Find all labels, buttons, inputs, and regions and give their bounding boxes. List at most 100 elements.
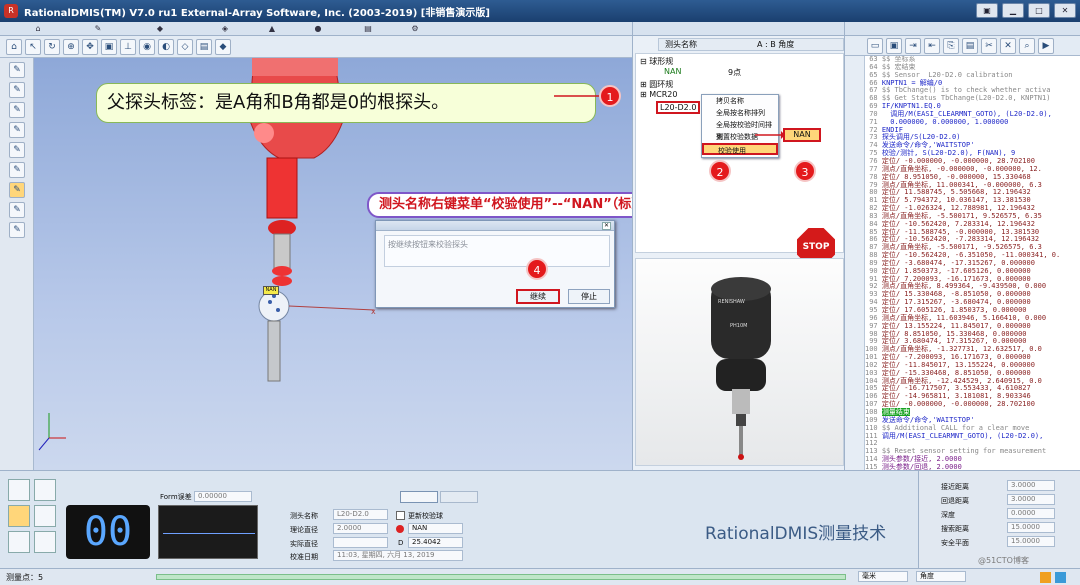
approach-value[interactable]: 3.0000 xyxy=(1007,480,1055,491)
code-text: 发送命令/命令,'WAITSTOP' xyxy=(881,415,975,424)
status-icon-2[interactable] xyxy=(1055,572,1066,583)
tree-item-nan[interactable]: NAN xyxy=(664,67,681,76)
tab-ball-icon[interactable]: ● xyxy=(308,24,328,34)
ref-sphere-select[interactable]: NAN xyxy=(408,523,463,534)
probe-tool-2-icon[interactable]: ✎ xyxy=(9,82,25,98)
probe-head-graphic xyxy=(711,277,771,460)
angle-select[interactable]: 角度 xyxy=(916,571,966,582)
cursor-icon[interactable]: ↖ xyxy=(25,38,41,55)
menu-sort-name[interactable]: 全局按名称排列 xyxy=(702,107,778,119)
code-text: 测量结束 xyxy=(881,407,910,416)
probe-context-menu: 拷贝名称 全局按名称排列 全局按校验时间排列 重置校验数据 校验使用 xyxy=(701,94,779,158)
tab-geom-icon[interactable]: ◆ xyxy=(150,24,170,34)
left-toolbar: ✎ ✎ ✎ ✎ ✎ ✎ ✎ ✎ ✎ xyxy=(0,58,34,470)
close-button[interactable]: ✕ xyxy=(1054,3,1076,18)
line-number: 114 xyxy=(865,455,882,464)
color-icon[interactable]: ◆ xyxy=(215,38,231,55)
maximize-button[interactable]: □ xyxy=(1028,3,1050,18)
shade-icon[interactable]: ◐ xyxy=(158,38,174,55)
paste-icon[interactable]: ▤ xyxy=(962,37,978,54)
tab-settings-icon[interactable]: ⚙ xyxy=(405,24,425,34)
indent-icon[interactable]: ⇥ xyxy=(905,37,921,54)
continue-button[interactable]: 继续 xyxy=(516,289,560,304)
probe-tool-6-icon[interactable]: ✎ xyxy=(9,162,25,178)
line-number: 66 xyxy=(865,78,882,87)
probe-tool-8-icon[interactable]: ✎ xyxy=(9,202,25,218)
menu-copy-name[interactable]: 拷贝名称 xyxy=(702,95,778,107)
outdent-icon[interactable]: ⇤ xyxy=(924,37,940,54)
code-line[interactable]: 111 调用/M(EASI_CLEARMNT_GOTO), (L20-D2.0)… xyxy=(865,432,1080,441)
tree-item-sphere-gauge[interactable]: ⊟ 球形规 xyxy=(640,56,673,67)
submenu-nan[interactable]: NAN xyxy=(783,128,821,142)
cut-icon[interactable]: ✂ xyxy=(981,37,997,54)
probe-tool-active-icon[interactable]: ✎ xyxy=(9,182,25,198)
progress-bar xyxy=(156,574,846,580)
mode-icon-1[interactable] xyxy=(8,479,30,501)
col-ab-angle[interactable]: A : B 角度 xyxy=(751,39,843,50)
app-icon: R xyxy=(4,4,18,18)
mode-icon-5[interactable] xyxy=(8,531,30,553)
tab-probe-icon[interactable]: ✎ xyxy=(88,24,108,34)
probe-tool-5-icon[interactable]: ✎ xyxy=(9,142,25,158)
code-text: $$ TbChange() is to check whether activa xyxy=(881,86,1051,95)
line-number: 69 xyxy=(865,102,882,111)
unit-select[interactable]: 毫米 xyxy=(858,571,908,582)
code-text: 测点/直角坐标, -0.000000, -0.000000, 12. xyxy=(881,164,1042,173)
copy-icon[interactable]: ⎘ xyxy=(943,37,959,54)
probe-tool-9-icon[interactable]: ✎ xyxy=(9,222,25,238)
fit-icon[interactable]: ▣ xyxy=(101,38,117,55)
search-value[interactable]: 15.0000 xyxy=(1007,522,1055,533)
tab-machine-icon[interactable]: ▲ xyxy=(262,24,282,34)
code-editor[interactable]: 63 $$ 坐标系 64 $$ 宏结束 65 $$ Sensor L20-D2.… xyxy=(865,56,1080,470)
layer-icon[interactable]: ▤ xyxy=(196,38,212,55)
dialog-close-icon[interactable]: ✕ xyxy=(602,222,611,230)
code-gutter xyxy=(845,56,865,470)
status-icon-1[interactable] xyxy=(1040,572,1051,583)
tab-probe-info-2[interactable] xyxy=(440,491,478,503)
actual-diam-value xyxy=(333,537,388,548)
axis-icon[interactable]: ⊥ xyxy=(120,38,136,55)
tab-home-icon[interactable]: ⌂ xyxy=(28,24,48,34)
update-sphere-checkbox[interactable] xyxy=(396,511,405,520)
pan-icon[interactable]: ✥ xyxy=(82,38,98,55)
retract-value[interactable]: 3.0000 xyxy=(1007,494,1055,505)
tab-report-icon[interactable]: ▤ xyxy=(358,24,378,34)
mode-icon-4[interactable] xyxy=(34,505,56,527)
code-text: 测头参数/接近, 2.0000 xyxy=(881,455,962,464)
minimize-button[interactable]: ▁ xyxy=(1002,3,1024,18)
menu-verify-use[interactable]: 校验使用 xyxy=(702,143,778,155)
run-icon[interactable]: ▶ xyxy=(1038,37,1054,54)
clearance-value[interactable]: 15.0000 xyxy=(1007,536,1055,547)
probe-tool-1-icon[interactable]: ✎ xyxy=(9,62,25,78)
eye-icon[interactable]: ◉ xyxy=(139,38,155,55)
stop-button[interactable]: 停止 xyxy=(568,289,610,304)
mode-icon-2[interactable] xyxy=(34,479,56,501)
tree-item-mcr20[interactable]: ⊞ MCR20 xyxy=(640,90,677,99)
code-text: 定位/ -0.000000, -0.000000, 28.702100 xyxy=(881,156,1035,165)
probe-tool-3-icon[interactable]: ✎ xyxy=(9,102,25,118)
delete-icon[interactable]: ✕ xyxy=(1000,37,1016,54)
new-icon[interactable]: ▭ xyxy=(867,37,883,54)
mode-icon-3[interactable] xyxy=(8,505,30,527)
zoom-icon[interactable]: ⊕ xyxy=(63,38,79,55)
code-text: IF/KNPTN1.EQ.0 xyxy=(881,102,941,111)
tree-item-ring-gauge[interactable]: ⊞ 圆环规 xyxy=(640,79,673,90)
tree-item-l20-d2[interactable]: L20-D2.0 xyxy=(656,101,701,114)
line-number: 97 xyxy=(865,321,882,330)
tab-probe-info[interactable] xyxy=(400,491,438,503)
save-icon[interactable]: ▣ xyxy=(886,37,902,54)
probe-tool-4-icon[interactable]: ✎ xyxy=(9,122,25,138)
home-view-icon[interactable]: ⌂ xyxy=(6,38,22,55)
title-tray: ▣ ▁ □ ✕ xyxy=(976,3,1076,18)
calib-date-value: 11:03, 星期四, 六月 13, 2019 xyxy=(333,550,463,561)
wireframe-icon[interactable]: ◇ xyxy=(177,38,193,55)
rotate-icon[interactable]: ↻ xyxy=(44,38,60,55)
col-probe-name[interactable]: 测头名称 xyxy=(659,39,751,50)
tray-icon-1[interactable]: ▣ xyxy=(976,3,998,18)
find-icon[interactable]: ⌕ xyxy=(1019,37,1035,54)
retract-label: 回退距离 xyxy=(941,497,969,505)
depth-value[interactable]: 0.0000 xyxy=(1007,508,1055,519)
mode-icon-6[interactable] xyxy=(34,531,56,553)
tab-measure-icon[interactable]: ◈ xyxy=(215,24,235,34)
photo-model: PH10M xyxy=(730,323,748,329)
